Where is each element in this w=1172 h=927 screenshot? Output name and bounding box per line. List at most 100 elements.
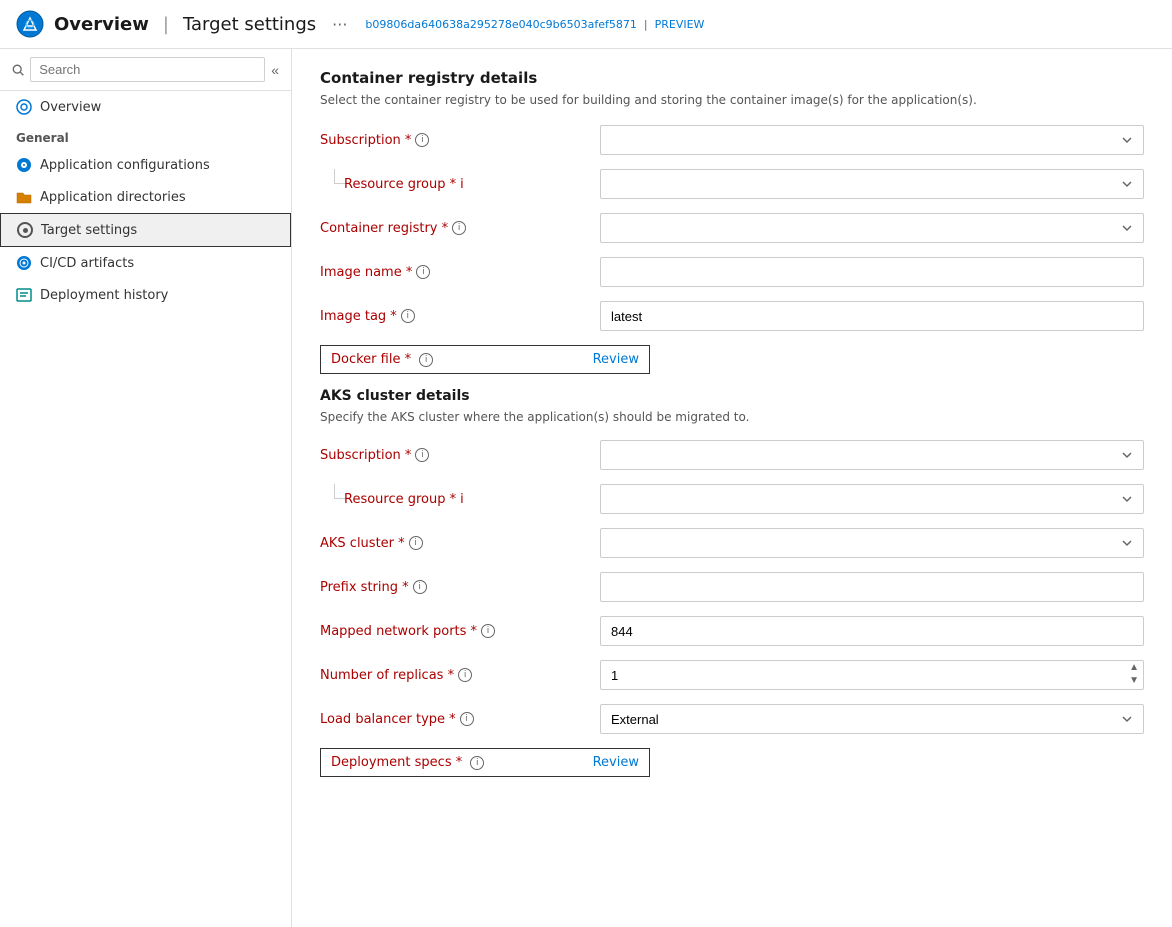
sidebar-item-app-configurations[interactable]: Application configurations [0, 149, 291, 181]
image-name-input[interactable] [600, 257, 1144, 287]
load-balancer-row: Load balancer type * i External Internal [320, 704, 1144, 734]
aks-desc: Specify the AKS cluster where the applic… [320, 410, 1144, 424]
target-settings-icon [17, 222, 33, 238]
sidebar-item-cicd[interactable]: CI/CD artifacts [0, 247, 291, 279]
subscription-row: Subscription * i [320, 125, 1144, 155]
subscription-select[interactable] [600, 125, 1144, 155]
sidebar-collapse-button[interactable]: « [271, 62, 279, 78]
aks-resource-group-label: Resource group * i [344, 492, 544, 507]
docker-file-info-icon[interactable]: i [419, 353, 433, 367]
resource-group-label: Resource group * i [344, 177, 544, 192]
aks-resource-group-select[interactable] [600, 484, 1144, 514]
app-configs-label: Application configurations [40, 158, 210, 173]
header-separator: | [163, 14, 169, 35]
main-content: Container registry details Select the co… [292, 49, 1172, 927]
prefix-string-input[interactable] [600, 572, 1144, 602]
replicas-row: Number of replicas * i ▲ ▼ [320, 660, 1144, 690]
prefix-string-row: Prefix string * i [320, 572, 1144, 602]
replicas-label: Number of replicas * i [320, 668, 600, 683]
deployment-specs-row: Deployment specs * i Review [320, 748, 1144, 777]
replicas-info-icon[interactable]: i [458, 668, 472, 682]
load-balancer-info-icon[interactable]: i [460, 712, 474, 726]
load-balancer-label: Load balancer type * i [320, 712, 600, 727]
mapped-ports-input[interactable] [600, 616, 1144, 646]
deployment-specs-review-box: Deployment specs * i Review [320, 748, 650, 777]
search-icon [12, 63, 24, 77]
resource-group-info-icon[interactable]: i [460, 177, 464, 192]
sidebar: « Overview General Application configura… [0, 49, 292, 927]
container-registry-select[interactable] [600, 213, 1144, 243]
deployment-specs-info-icon[interactable]: i [470, 756, 484, 770]
docker-file-label: Docker file * i [331, 352, 433, 367]
container-registry-desc: Select the container registry to be used… [320, 93, 1144, 107]
resource-id: b09806da640638a295278e040c9b6503afef5871 [365, 18, 636, 31]
resource-group-control [600, 169, 1144, 199]
deployment-history-label: Deployment history [40, 288, 168, 303]
mapped-ports-control [600, 616, 1144, 646]
app-dirs-label: Application directories [40, 190, 186, 205]
aks-subscription-row: Subscription * i [320, 440, 1144, 470]
more-options-icon[interactable]: ··· [332, 15, 347, 34]
replicas-spinner: ▲ ▼ [1128, 662, 1140, 687]
overview-label: Overview [40, 100, 101, 115]
container-registry-title: Container registry details [320, 69, 1144, 87]
aks-resource-group-control [600, 484, 1144, 514]
container-registry-control [600, 213, 1144, 243]
prefix-string-label: Prefix string * i [320, 580, 600, 595]
mapped-ports-row: Mapped network ports * i [320, 616, 1144, 646]
app-dirs-icon [16, 189, 32, 205]
replicas-increment-button[interactable]: ▲ [1128, 662, 1140, 674]
image-name-label: Image name * i [320, 265, 600, 280]
docker-file-review-box: Docker file * i Review [320, 345, 650, 374]
general-section-label: General [0, 123, 291, 149]
sidebar-item-overview[interactable]: Overview [0, 91, 291, 123]
aks-subscription-control [600, 440, 1144, 470]
sidebar-item-target-settings[interactable]: Target settings [0, 213, 291, 247]
subscription-label: Subscription * i [320, 133, 600, 148]
prefix-string-control [600, 572, 1144, 602]
header-meta: b09806da640638a295278e040c9b6503afef5871… [365, 18, 704, 31]
load-balancer-select[interactable]: External Internal [600, 704, 1144, 734]
app-header: Overview | Target settings ··· b09806da6… [0, 0, 1172, 49]
container-registry-info-icon[interactable]: i [452, 221, 466, 235]
aks-cluster-select[interactable] [600, 528, 1144, 558]
overview-icon [16, 99, 32, 115]
subscription-control [600, 125, 1144, 155]
mapped-ports-info-icon[interactable]: i [481, 624, 495, 638]
resource-group-select[interactable] [600, 169, 1144, 199]
search-bar: « [0, 49, 291, 91]
load-balancer-control: External Internal [600, 704, 1144, 734]
replicas-control: ▲ ▼ [600, 660, 1144, 690]
sidebar-item-application-directories[interactable]: Application directories [0, 181, 291, 213]
replicas-spinner-wrapper: ▲ ▼ [600, 660, 1144, 690]
app-configs-icon [16, 157, 32, 173]
aks-resource-group-info-icon[interactable]: i [460, 492, 464, 507]
replicas-decrement-button[interactable]: ▼ [1128, 675, 1140, 687]
search-input[interactable] [30, 57, 265, 82]
azure-logo-icon [16, 10, 44, 38]
subscription-info-icon[interactable]: i [415, 133, 429, 147]
aks-subscription-label: Subscription * i [320, 448, 600, 463]
replicas-input[interactable] [600, 660, 1144, 690]
page-title: Target settings [183, 14, 316, 35]
target-settings-label: Target settings [41, 223, 137, 238]
deployment-history-icon [16, 287, 32, 303]
image-name-control [600, 257, 1144, 287]
container-registry-label: Container registry * i [320, 221, 600, 236]
image-tag-row: Image tag * i [320, 301, 1144, 331]
cicd-label: CI/CD artifacts [40, 256, 134, 271]
image-tag-info-icon[interactable]: i [401, 309, 415, 323]
aks-cluster-control [600, 528, 1144, 558]
image-name-info-icon[interactable]: i [416, 265, 430, 279]
app-title: Overview [54, 14, 149, 35]
deployment-specs-review-link[interactable]: Review [593, 755, 639, 770]
aks-cluster-info-icon[interactable]: i [409, 536, 423, 550]
prefix-string-info-icon[interactable]: i [413, 580, 427, 594]
docker-file-row: Docker file * i Review [320, 345, 1144, 374]
docker-file-review-link[interactable]: Review [593, 352, 639, 367]
image-tag-input[interactable] [600, 301, 1144, 331]
aks-subscription-info-icon[interactable]: i [415, 448, 429, 462]
aks-subscription-select[interactable] [600, 440, 1144, 470]
deployment-specs-label: Deployment specs * i [331, 755, 484, 770]
sidebar-item-deployment-history[interactable]: Deployment history [0, 279, 291, 311]
